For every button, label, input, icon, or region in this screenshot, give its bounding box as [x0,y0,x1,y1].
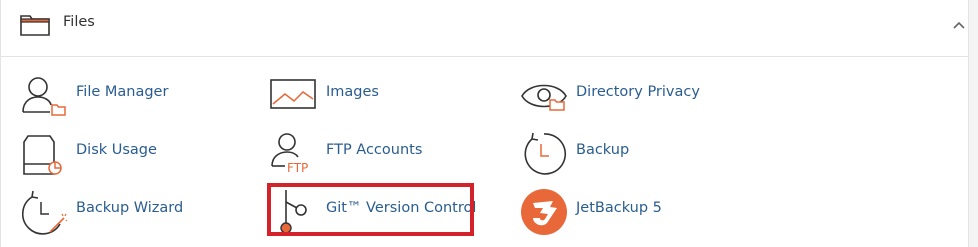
jetbackup-icon [521,189,567,235]
git-version-control-icon [280,190,307,234]
item-label-images: Images [326,84,379,100]
ftp-accounts-icon: FTP [271,133,308,175]
disk-usage-icon [23,135,62,175]
images-link[interactable]: Images [270,72,470,120]
section-title: Files [63,14,95,30]
jetbackup-link[interactable]: JetBackup 5 [520,188,720,236]
images-icon [270,79,316,109]
item-label-backup: Backup [576,142,630,158]
git-version-control-link[interactable]: Git™ Version Control [270,188,476,236]
item-label-ftp-accounts: FTP Accounts [326,142,423,158]
disk-usage-link[interactable]: Disk Usage [20,130,220,178]
backup-wizard-link[interactable]: Backup Wizard [20,188,220,236]
files-panel: Files File Manager Images Directory Priv… [0,0,969,247]
ftp-icon-text: FTP [287,161,308,175]
directory-privacy-link[interactable]: Directory Privacy [520,72,720,120]
directory-privacy-icon [521,84,567,111]
chevron-up-icon[interactable] [952,19,966,31]
backup-icon [524,132,567,175]
item-label-disk-usage: Disk Usage [76,142,157,158]
item-label-file-manager: File Manager [76,84,169,100]
file-manager-link[interactable]: File Manager [20,72,220,120]
item-label-git-version-control: Git™ Version Control [326,200,477,216]
ftp-accounts-link[interactable]: FTP FTP Accounts [270,130,470,178]
item-label-backup-wizard: Backup Wizard [76,200,184,216]
backup-link[interactable]: Backup [520,130,720,178]
folder-icon [20,15,50,36]
item-label-directory-privacy: Directory Privacy [576,84,700,100]
item-label-jetbackup: JetBackup 5 [576,200,662,216]
file-manager-icon [22,77,66,116]
backup-wizard-icon [22,190,68,235]
files-section-header[interactable]: Files [1,0,968,57]
